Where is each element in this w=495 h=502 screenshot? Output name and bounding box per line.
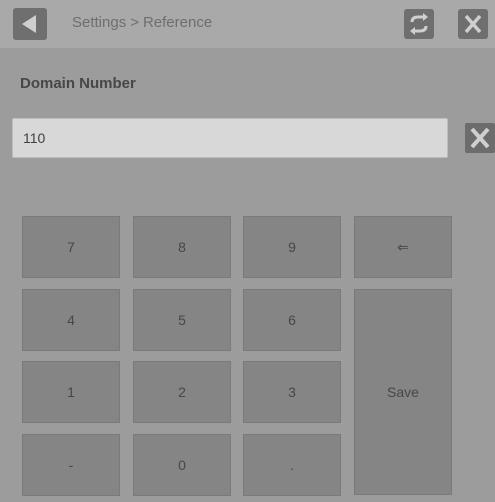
- save-button[interactable]: Save: [354, 289, 452, 495]
- breadcrumb-parent[interactable]: Settings: [72, 14, 126, 31]
- refresh-button[interactable]: [404, 9, 434, 39]
- backspace-key[interactable]: ⇐: [354, 216, 452, 278]
- key-minus[interactable]: -: [22, 434, 120, 496]
- field-label: Domain Number: [20, 75, 136, 92]
- key-decimal[interactable]: .: [243, 434, 341, 496]
- close-icon: [464, 14, 482, 34]
- key-4[interactable]: 4: [22, 289, 120, 351]
- key-0[interactable]: 0: [133, 434, 231, 496]
- key-8[interactable]: 8: [133, 216, 231, 278]
- key-5[interactable]: 5: [133, 289, 231, 351]
- breadcrumb-separator: >: [130, 14, 139, 31]
- clear-icon: [470, 127, 490, 149]
- key-2[interactable]: 2: [133, 361, 231, 423]
- back-arrow-icon: [22, 15, 36, 33]
- key-3[interactable]: 3: [243, 361, 341, 423]
- top-bar: Settings > Reference: [0, 0, 495, 48]
- refresh-icon: [410, 13, 428, 35]
- back-button[interactable]: [13, 8, 47, 40]
- clear-button[interactable]: [465, 123, 495, 153]
- key-1[interactable]: 1: [22, 361, 120, 423]
- close-button[interactable]: [458, 9, 488, 39]
- breadcrumb: Settings > Reference: [72, 14, 212, 31]
- domain-number-input[interactable]: 110: [12, 118, 448, 158]
- key-9[interactable]: 9: [243, 216, 341, 278]
- breadcrumb-current: Reference: [142, 14, 213, 31]
- key-7[interactable]: 7: [22, 216, 120, 278]
- key-6[interactable]: 6: [243, 289, 341, 351]
